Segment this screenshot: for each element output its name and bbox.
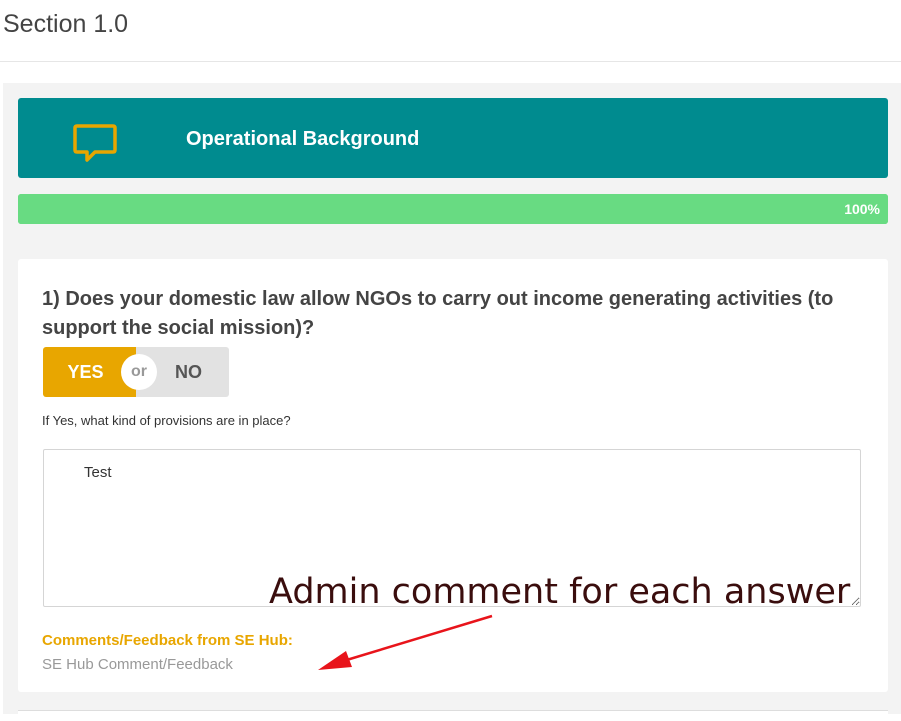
- page-title: Section 1.0: [3, 10, 129, 38]
- annotation-text: Admin comment for each answer: [269, 572, 851, 612]
- question-card: 1) Does your domestic law allow NGOs to …: [18, 259, 888, 692]
- next-question-card: [18, 710, 888, 721]
- header-divider: [0, 61, 901, 62]
- chat-bubble-icon: [73, 124, 117, 162]
- followup-label: If Yes, what kind of provisions are in p…: [42, 413, 291, 428]
- section-banner: Operational Background: [18, 98, 888, 178]
- feedback-text: SE Hub Comment/Feedback: [42, 656, 233, 673]
- or-badge: or: [121, 354, 157, 390]
- section-title: Operational Background: [186, 128, 420, 150]
- feedback-heading: Comments/Feedback from SE Hub:: [42, 632, 293, 649]
- progress-bar: 100%: [18, 194, 888, 224]
- question-text: 1) Does your domestic law allow NGOs to …: [42, 288, 834, 339]
- progress-fill: [18, 194, 888, 224]
- progress-label: 100%: [844, 201, 880, 217]
